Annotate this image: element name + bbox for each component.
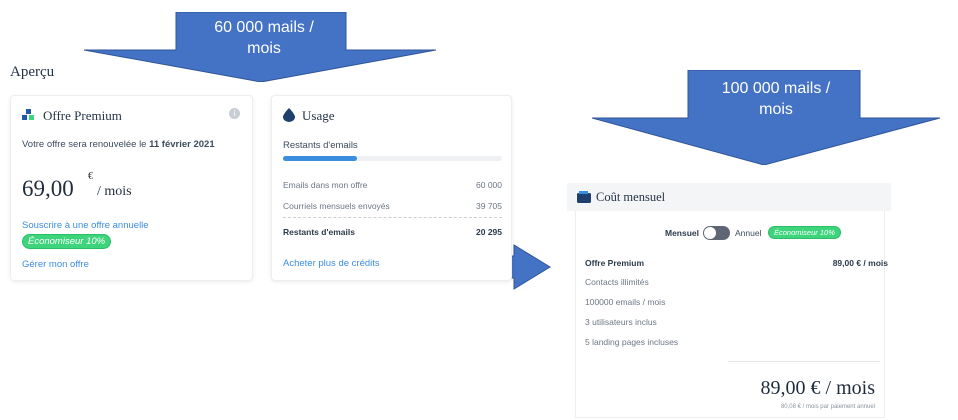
feature-item: 3 utilisateurs inclus [585, 317, 657, 327]
monthly-cost-header: Coût mensuel [567, 183, 891, 211]
usage-total-value: 20 295 [476, 227, 502, 237]
current-price: 69,00 [22, 176, 74, 201]
monthly-cost-body: Mensuel Annuel Économiseur 10% Offre Pre… [575, 211, 888, 418]
annual-footnote: 80,08 € / mois par paiement annuel [780, 404, 875, 410]
billing-toggle[interactable] [703, 226, 730, 240]
feature-item: Contacts illimités [585, 277, 649, 287]
saver-badge: Économiseur 10% [22, 234, 112, 249]
plan-price: 89,00 € / mois [832, 258, 888, 268]
premium-card: Offre Premium i Votre offre sera renouve… [10, 95, 253, 281]
section-title: Aperçu [10, 64, 55, 80]
callout-60000: 60 000 mails / mois [84, 12, 436, 82]
plan-row: Offre Premium 89,00 € / mois [585, 258, 888, 268]
toggle-knob [704, 227, 716, 239]
monthly-cost-title: Coût mensuel [596, 190, 666, 204]
callout-60000-text: 60 000 mails / mois [214, 19, 314, 57]
price-currency: € [88, 171, 93, 182]
renewal-prefix: Votre offre sera renouvelée le [22, 139, 150, 150]
feature-item: 5 landing pages incluses [585, 337, 679, 347]
toggle-label-annual: Annuel [735, 228, 762, 238]
usage-card: Usage Restants d'emails Emails dans mon … [271, 95, 512, 281]
premium-logo-icon [22, 109, 34, 120]
usage-drop-icon [283, 108, 295, 122]
monthly-total: 89,00 € / mois [760, 377, 875, 399]
usage-title: Usage [302, 108, 335, 123]
remaining-label: Restants d'emails [283, 140, 358, 151]
usage-total-row: Restants d'emails 20 295 [283, 227, 502, 237]
usage-row-value: 39 705 [476, 201, 502, 211]
wallet-icon [577, 191, 591, 203]
usage-progress-fill [283, 156, 358, 161]
usage-row: Emails dans mon offre 60 000 [283, 180, 502, 190]
manage-offer-link[interactable]: Gérer mon offre [22, 259, 89, 270]
usage-row-label: Emails dans mon offre [283, 180, 368, 190]
monthly-cost-panel: Coût mensuel Mensuel Annuel Économiseur … [567, 183, 891, 418]
saver-badge: Économiseur 10% [768, 226, 841, 239]
buy-credits-link[interactable]: Acheter plus de crédits [283, 258, 380, 269]
usage-row-value: 60 000 [476, 180, 502, 190]
info-icon[interactable]: i [229, 108, 240, 119]
usage-progress-track [283, 156, 502, 161]
toggle-label-monthly: Mensuel [665, 228, 700, 238]
feature-item: 100000 emails / mois [585, 297, 666, 307]
usage-total-label: Restants d'emails [283, 227, 355, 237]
callout-100000: 100 000 mails / mois [592, 70, 940, 165]
usage-row: Courriels mensuels envoyés 39 705 [283, 201, 502, 211]
renewal-text: Votre offre sera renouvelée le 11 févrie… [22, 139, 215, 150]
renewal-date: 11 février 2021 [149, 139, 215, 150]
divider [728, 361, 880, 362]
premium-title: Offre Premium [43, 108, 122, 123]
plan-name: Offre Premium [585, 258, 645, 268]
annual-offer-link[interactable]: Souscrire à une offre annuelle [22, 220, 149, 231]
divider [283, 217, 502, 218]
price-period: / mois [97, 184, 132, 199]
usage-row-label: Courriels mensuels envoyés [283, 201, 390, 211]
callout-100000-text: 100 000 mails / mois [721, 80, 831, 118]
